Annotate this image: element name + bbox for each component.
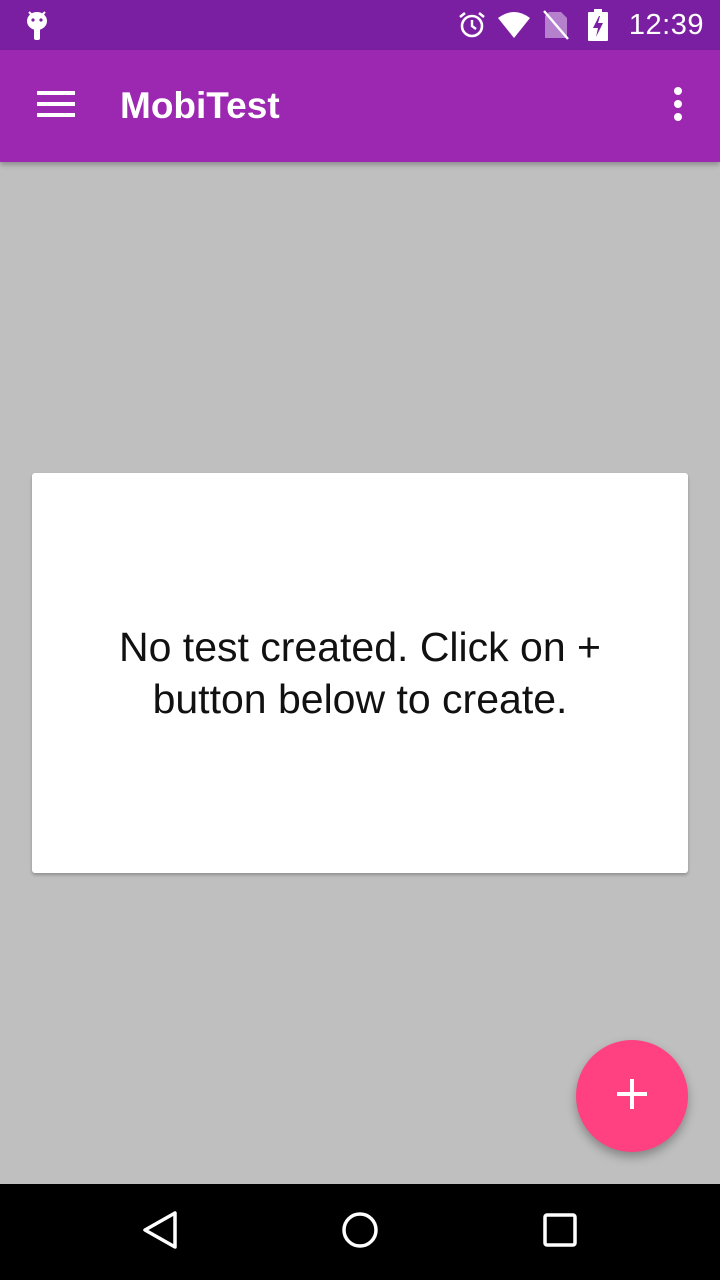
app-title: MobiTest bbox=[120, 85, 280, 126]
status-time: 12:39 bbox=[628, 8, 704, 41]
back-button[interactable] bbox=[100, 1184, 220, 1280]
recents-icon bbox=[543, 1212, 577, 1252]
empty-state-message: No test created. Click on + button below… bbox=[119, 624, 601, 722]
app-bar: MobiTest bbox=[0, 50, 720, 162]
more-vertical-icon bbox=[673, 86, 683, 126]
battery-charging-icon bbox=[581, 8, 615, 42]
add-test-fab[interactable] bbox=[576, 1040, 688, 1152]
plus-icon bbox=[617, 1078, 647, 1114]
home-icon bbox=[341, 1211, 379, 1254]
navigation-bar bbox=[0, 1184, 720, 1280]
status-icons: 12:39 bbox=[447, 0, 704, 50]
overflow-menu-button[interactable] bbox=[654, 78, 702, 134]
android-debug-icon bbox=[22, 8, 52, 42]
screen: 12:39 MobiTest No test created. Click on… bbox=[0, 0, 720, 1280]
status-bar: 12:39 bbox=[0, 0, 720, 50]
menu-button[interactable] bbox=[24, 78, 88, 134]
back-icon bbox=[142, 1210, 178, 1255]
no-sim-icon bbox=[539, 8, 573, 42]
hamburger-menu-icon bbox=[37, 90, 75, 123]
home-button[interactable] bbox=[300, 1184, 420, 1280]
wifi-icon bbox=[497, 8, 531, 42]
empty-state-card: No test created. Click on + button below… bbox=[32, 473, 688, 873]
alarm-icon bbox=[455, 8, 489, 42]
recents-button[interactable] bbox=[500, 1184, 620, 1280]
